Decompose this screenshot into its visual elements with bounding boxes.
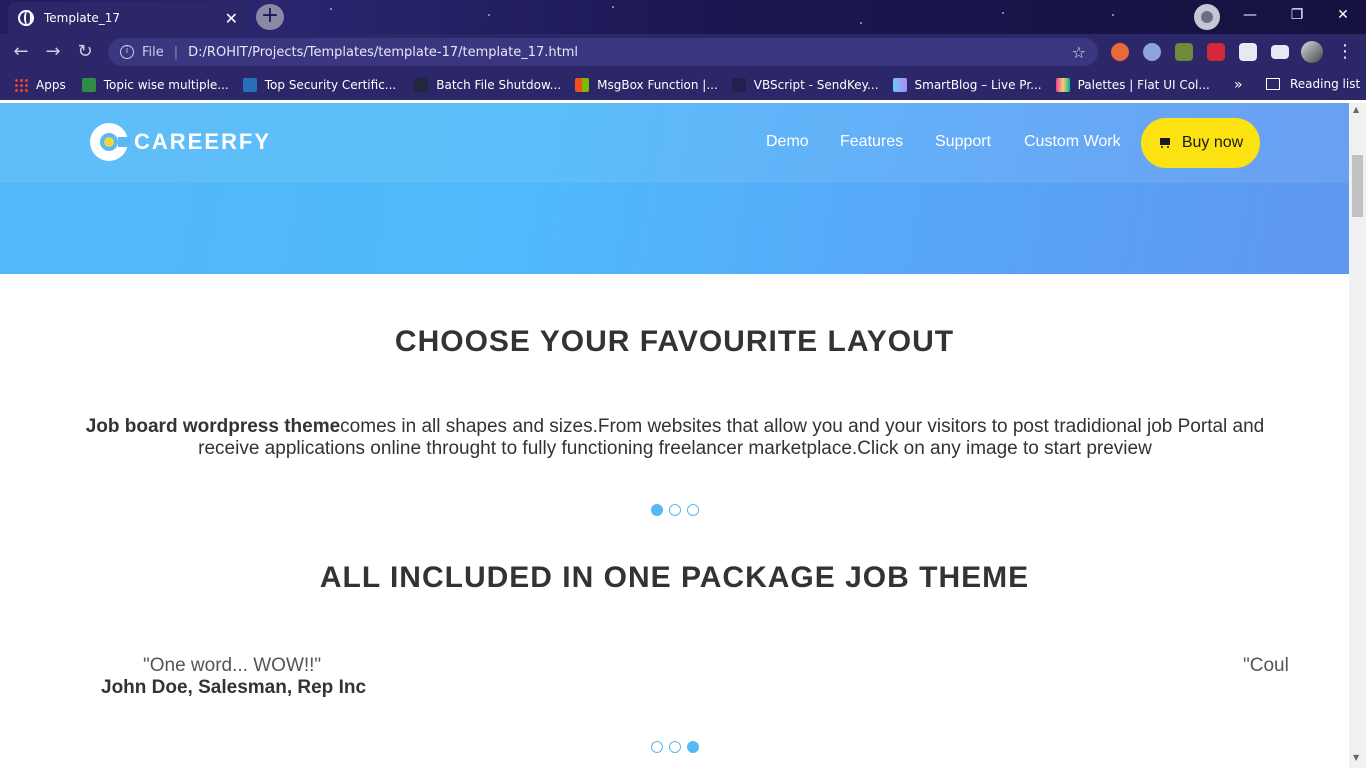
background-star [1112, 14, 1114, 16]
avatar[interactable] [1301, 41, 1323, 63]
extension-icon[interactable] [1143, 43, 1161, 61]
globe-icon [18, 10, 34, 26]
extension-icon[interactable] [1175, 43, 1193, 61]
puzzle-icon[interactable] [1239, 43, 1257, 61]
reload-icon[interactable]: ↻ [74, 41, 96, 63]
background-star [488, 14, 490, 16]
carousel-dot[interactable] [650, 504, 663, 516]
address-separator: | [173, 44, 179, 60]
nav-features[interactable]: Features [840, 133, 903, 151]
bookmark-label: Palettes | Flat UI Col... [1077, 78, 1210, 92]
hero-banner: CAREERFY Demo Features Support Custom Wo… [0, 103, 1349, 274]
bookmark-item[interactable]: VBScript - SendKey... [731, 78, 879, 92]
testimonial-author: John Doe, Salesman, Rep Inc [101, 677, 367, 698]
layout-carousel-dots [0, 504, 1349, 516]
page-scrollbar[interactable]: ▲ ▼ [1349, 103, 1366, 768]
site-logo[interactable]: CAREERFY [90, 123, 271, 161]
close-window-button[interactable]: ✕ [1331, 4, 1355, 26]
site-header: CAREERFY Demo Features Support Custom Wo… [0, 103, 1349, 183]
minimize-button[interactable]: — [1238, 4, 1262, 26]
page-viewport: CAREERFY Demo Features Support Custom Wo… [0, 103, 1349, 768]
close-tab-icon[interactable]: ✕ [225, 9, 238, 28]
address-url[interactable]: D:/ROHIT/Projects/Templates/template-17/… [188, 45, 1072, 60]
more-bookmarks-icon[interactable]: » [1234, 77, 1243, 93]
bookmark-label: Topic wise multiple... [103, 78, 229, 92]
bookmark-item[interactable]: Top Security Certific... [242, 78, 397, 92]
browser-toolbar: ← → ↻ i File | D:/ROHIT/Projects/Templat… [0, 34, 1366, 70]
layout-intro: Job board wordpress themecomes in all sh… [55, 416, 1295, 460]
nav-demo[interactable]: Demo [766, 133, 809, 151]
background-star [1002, 12, 1004, 14]
intro-bold: Job board wordpress theme [85, 416, 341, 437]
background-star [860, 22, 862, 24]
buy-now-button[interactable]: Buy now [1141, 118, 1260, 168]
bookmark-favicon-icon [731, 78, 746, 92]
background-star [612, 6, 614, 8]
bookmark-label: MsgBox Function |... [597, 78, 718, 92]
bookmark-label: VBScript - SendKey... [753, 78, 879, 92]
browser-menu-icon[interactable]: ⋮ [1336, 40, 1354, 64]
intro-text: comes in all shapes and sizes.From websi… [198, 416, 1265, 459]
bookmark-label: Batch File Shutdow... [436, 78, 562, 92]
bookmark-label: SmartBlog – Live Pr... [914, 78, 1042, 92]
carousel-dot[interactable] [650, 741, 663, 753]
bookmark-favicon-icon [1055, 78, 1070, 92]
carousel-dot[interactable] [668, 504, 681, 516]
logo-text: CAREERFY [134, 129, 272, 154]
bookmark-item[interactable]: MsgBox Function |... [575, 78, 718, 92]
bookmark-item[interactable]: SmartBlog – Live Pr... [892, 78, 1042, 92]
reading-list-button[interactable]: Reading list [1266, 77, 1360, 91]
nav-custom-work[interactable]: Custom Work [1024, 133, 1121, 151]
reading-list-icon [1266, 78, 1280, 90]
bookmark-favicon-icon [414, 78, 429, 92]
carousel-dot[interactable] [686, 741, 699, 753]
next-testimonial-quote: "Coul [1243, 655, 1289, 676]
bookmark-favicon-icon [242, 78, 257, 92]
layout-section-title: CHOOSE YOUR FAVOURITE LAYOUT [394, 325, 955, 358]
scroll-up-arrow-icon[interactable]: ▲ [1353, 105, 1359, 114]
microsoft-favicon-icon [575, 78, 590, 92]
bookmark-item[interactable]: Palettes | Flat UI Col... [1055, 78, 1210, 92]
address-bar[interactable]: i File | D:/ROHIT/Projects/Templates/tem… [108, 38, 1098, 66]
address-scheme-label: File [142, 44, 164, 60]
carousel-dot[interactable] [668, 741, 681, 753]
bookmark-label: Apps [36, 78, 66, 92]
media-queue-icon[interactable] [1271, 45, 1289, 59]
info-icon[interactable]: i [120, 45, 134, 59]
apps-grid-icon [14, 78, 28, 92]
careerfy-logo-icon [90, 123, 130, 161]
background-star [330, 8, 332, 10]
back-arrow-icon[interactable]: ← [10, 41, 32, 63]
extension-icon[interactable] [1111, 43, 1129, 61]
restore-button[interactable]: ❐ [1285, 4, 1309, 26]
nav-support[interactable]: Support [935, 133, 991, 151]
new-tab-button[interactable]: + [256, 4, 284, 30]
bookmark-favicon-icon [892, 78, 907, 92]
scroll-down-arrow-icon[interactable]: ▼ [1353, 753, 1359, 762]
bookmarks-bar: Apps Topic wise multiple... Top Security… [0, 70, 1366, 100]
bookmark-item[interactable]: Batch File Shutdow... [414, 78, 561, 92]
package-section-title: ALL INCLUDED IN ONE PACKAGE JOB THEME [319, 561, 1030, 594]
carousel-dot[interactable] [686, 504, 699, 516]
testimonial-carousel-dots [0, 741, 1349, 753]
profile-menu-icon[interactable] [1194, 4, 1220, 30]
bookmark-apps[interactable]: Apps [14, 78, 66, 92]
buy-now-label: Buy now [1181, 134, 1244, 151]
testimonial-quote: "One word... WOW!!" [143, 655, 322, 676]
scrollbar-thumb[interactable] [1352, 155, 1363, 217]
tab-title: Template_17 [44, 11, 121, 25]
extension-icon[interactable] [1207, 43, 1225, 61]
reading-list-label: Reading list [1290, 77, 1361, 91]
browser-tab[interactable]: Template_17 ✕ [8, 2, 248, 34]
forward-arrow-icon[interactable]: → [42, 41, 64, 63]
bookmark-star-icon[interactable]: ☆ [1072, 43, 1086, 62]
bookmark-item[interactable]: Topic wise multiple... [81, 78, 229, 92]
cart-icon [1158, 137, 1172, 149]
bookmark-favicon-icon [81, 78, 96, 92]
bookmark-label: Top Security Certific... [264, 78, 397, 92]
browser-titlebar: Template_17 ✕ + — ❐ ✕ [0, 0, 1366, 34]
